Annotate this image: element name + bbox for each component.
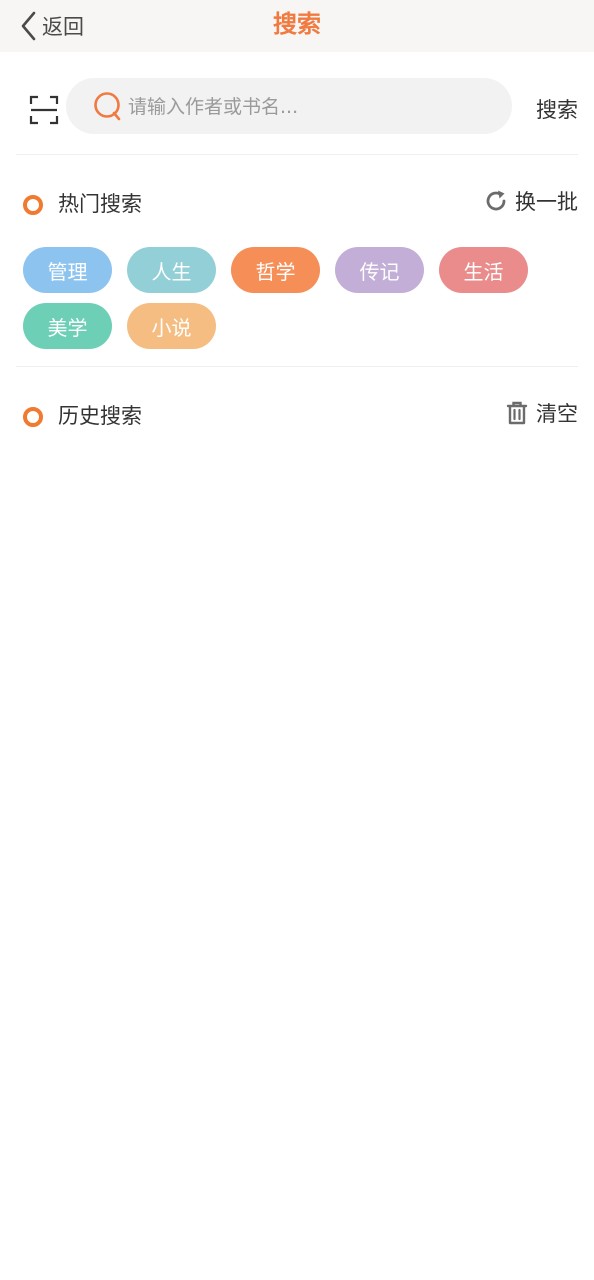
hot-tag[interactable]: 传记 (335, 247, 424, 293)
hot-tag[interactable]: 生活 (439, 247, 528, 293)
hot-tag[interactable]: 美学 (23, 303, 112, 349)
hot-tag[interactable]: 人生 (127, 247, 216, 293)
refresh-label: 换一批 (515, 190, 578, 214)
clear-history-button[interactable]: 清空 (504, 396, 578, 430)
scan-button[interactable] (28, 94, 60, 126)
search-button[interactable]: 搜索 (536, 94, 578, 124)
search-box (66, 78, 512, 134)
refresh-button[interactable]: 换一批 (483, 184, 578, 218)
divider (16, 366, 578, 367)
search-row: 搜索 (0, 78, 594, 136)
divider (16, 154, 578, 155)
hot-tag[interactable]: 小说 (127, 303, 216, 349)
refresh-icon (486, 190, 506, 211)
hot-tag[interactable]: 管理 (23, 247, 112, 293)
history-search-header: 历史搜索 清空 (0, 396, 594, 436)
hot-tag[interactable]: 哲学 (231, 247, 320, 293)
search-input[interactable] (126, 88, 500, 126)
section-dot-icon (23, 195, 43, 215)
hot-search-title: 热门搜索 (58, 192, 142, 216)
clear-label: 清空 (536, 402, 578, 426)
top-bar: 返回 搜索 (0, 0, 594, 52)
scan-icon (29, 95, 59, 125)
trash-icon (506, 401, 528, 425)
hot-tags: 管理 人生 哲学 传记 生活美学 小说 (23, 247, 583, 349)
search-icon (94, 92, 121, 121)
section-dot-icon (23, 407, 43, 427)
page-title: 搜索 (273, 10, 321, 38)
history-search-title: 历史搜索 (58, 404, 142, 428)
hot-search-header: 热门搜索 换一批 (0, 184, 594, 224)
